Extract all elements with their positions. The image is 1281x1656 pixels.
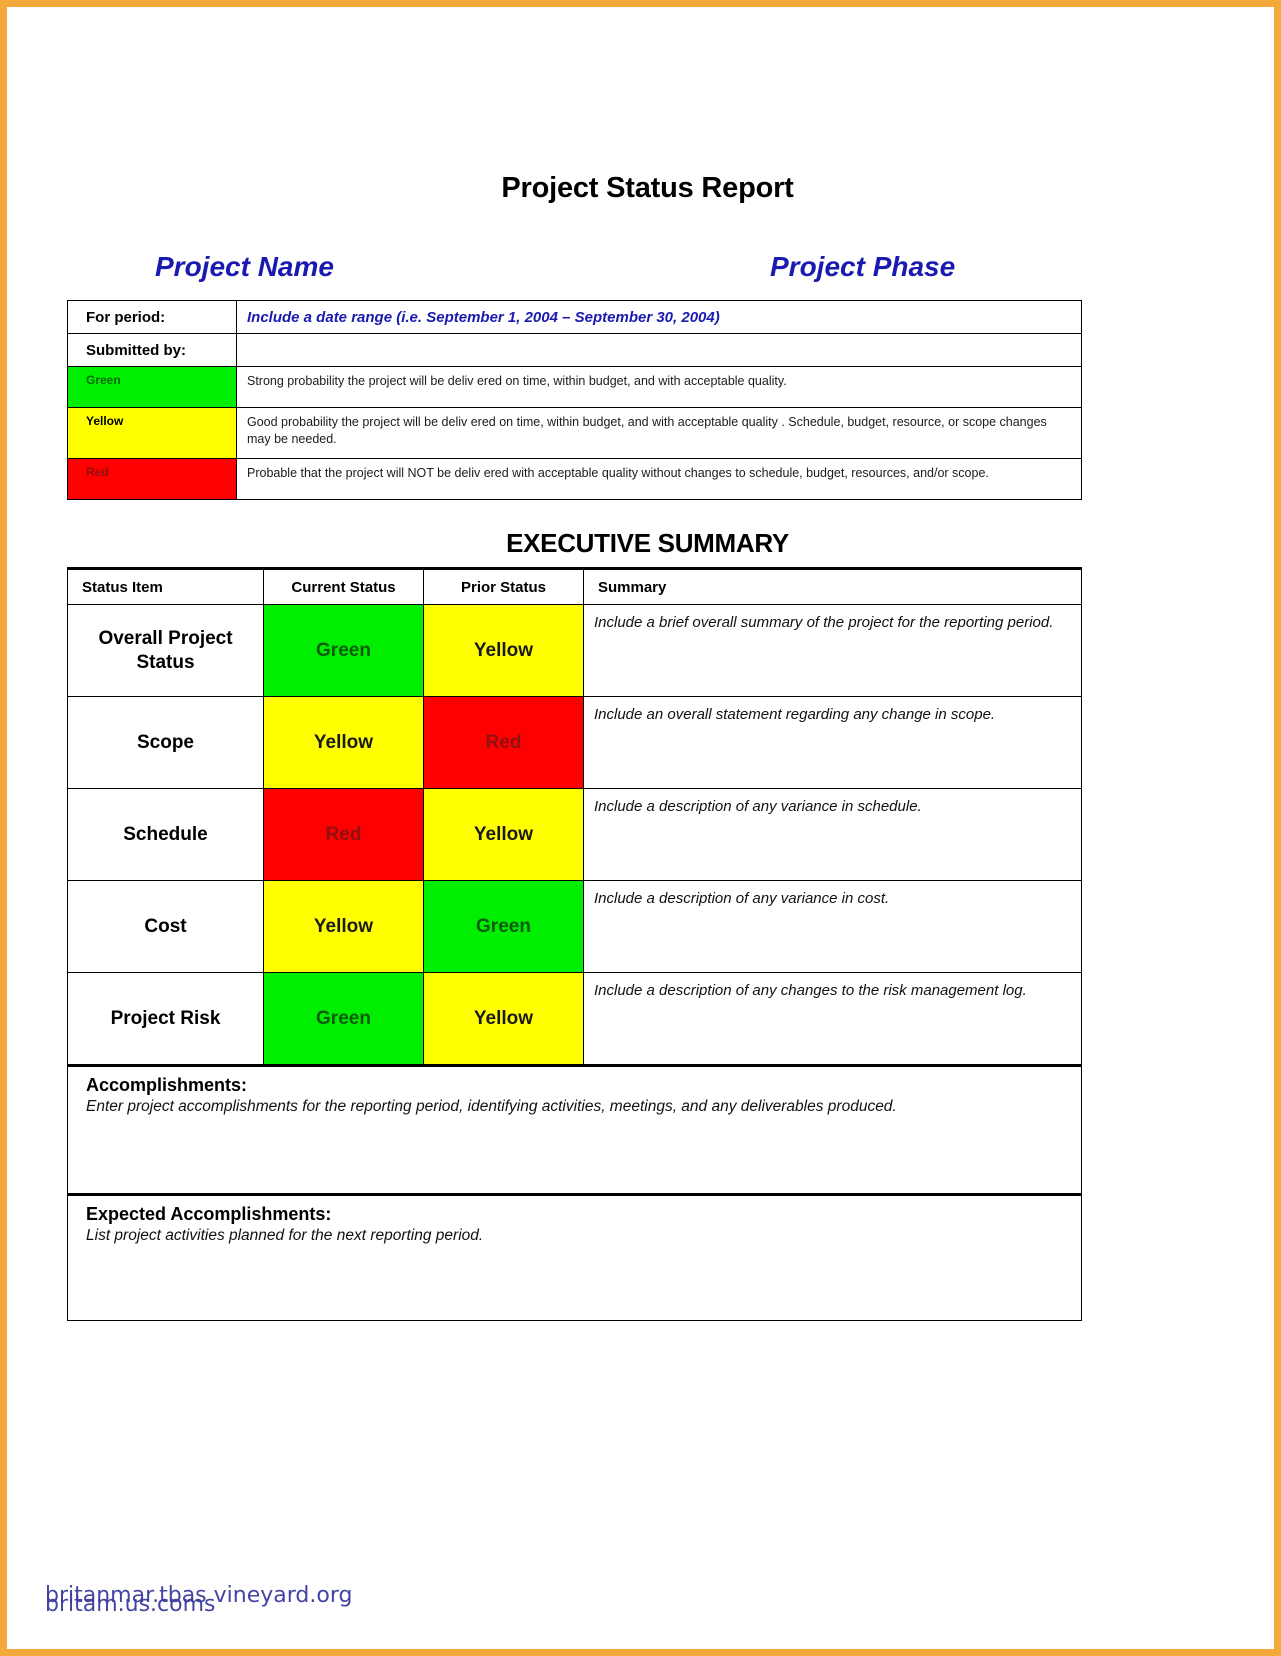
prior-status-badge[interactable]: Red xyxy=(423,696,584,789)
legend-description-red: Probable that the project will NOT be de… xyxy=(236,458,1082,500)
table-row: Schedule Red Yellow Include a descriptio… xyxy=(67,788,1082,881)
project-headline-row: Project Name Project Phase xyxy=(67,251,1087,291)
prior-status-badge[interactable]: Yellow xyxy=(423,972,584,1066)
page-title: Project Status Report xyxy=(501,172,794,204)
for-period-value[interactable]: Include a date range (i.e. September 1, … xyxy=(236,300,1082,334)
status-item-label: Project Risk xyxy=(67,972,264,1066)
table-row: Project Risk Green Yellow Include a desc… xyxy=(67,972,1082,1066)
legend-description-green: Strong probability the project will be d… xyxy=(236,366,1082,408)
column-header-prior-status: Prior Status xyxy=(423,567,584,605)
legend-row-yellow: Yellow Good probability the project will… xyxy=(67,407,1082,459)
legend-row-green: Green Strong probability the project wil… xyxy=(67,366,1082,408)
expected-accomplishments-title: Expected Accomplishments: xyxy=(86,1204,332,1224)
submitted-by-row: Submitted by: xyxy=(67,333,1082,367)
for-period-row: For period: Include a date range (i.e. S… xyxy=(67,300,1082,334)
watermark-secondary: britam.us.coms xyxy=(45,1592,216,1617)
current-status-badge[interactable]: Yellow xyxy=(263,880,424,973)
document-page: Project Status Report Project Name Proje… xyxy=(0,0,1281,1656)
current-status-badge[interactable]: Green xyxy=(263,604,424,697)
footer-watermark: britanmar.tbas vineyard.org britam.us.co… xyxy=(45,1583,565,1633)
project-info-table: For period: Include a date range (i.e. S… xyxy=(67,300,1082,500)
table-row: Overall Project Status Green Yellow Incl… xyxy=(67,604,1082,697)
status-item-label: Scope xyxy=(67,696,264,789)
for-period-label: For period: xyxy=(67,300,237,334)
legend-description-yellow: Good probability the project will be del… xyxy=(236,407,1082,459)
current-status-badge[interactable]: Green xyxy=(263,972,424,1066)
project-phase-heading: Project Phase xyxy=(770,251,956,282)
status-item-label: Schedule xyxy=(67,788,264,881)
prior-status-badge[interactable]: Yellow xyxy=(423,604,584,697)
expected-accomplishments-text: List project activities planned for the … xyxy=(86,1227,484,1244)
table-row: Cost Yellow Green Include a description … xyxy=(67,880,1082,973)
expected-accomplishments-cell[interactable]: Expected Accomplishments: List project a… xyxy=(67,1193,1082,1321)
table-header-row: Status Item Current Status Prior Status … xyxy=(67,567,1082,605)
legend-swatch-red: Red xyxy=(67,458,237,500)
status-summary-text[interactable]: Include a description of any changes to … xyxy=(583,972,1082,1066)
column-header-current-status: Current Status xyxy=(263,567,424,605)
status-summary-text[interactable]: Include a description of any variance in… xyxy=(583,880,1082,973)
legend-swatch-green: Green xyxy=(67,366,237,408)
status-summary-text[interactable]: Include a brief overall summary of the p… xyxy=(583,604,1082,697)
status-item-label: Overall Project Status xyxy=(67,604,264,697)
status-summary-text[interactable]: Include an overall statement regarding a… xyxy=(583,696,1082,789)
status-item-label: Cost xyxy=(67,880,264,973)
current-status-badge[interactable]: Red xyxy=(263,788,424,881)
legend-row-red: Red Probable that the project will NOT b… xyxy=(67,458,1082,500)
status-summary-text[interactable]: Include a description of any variance in… xyxy=(583,788,1082,881)
prior-status-badge[interactable]: Green xyxy=(423,880,584,973)
submitted-by-value[interactable] xyxy=(236,333,1082,367)
column-header-status-item: Status Item xyxy=(67,567,264,605)
submitted-by-label: Submitted by: xyxy=(67,333,237,367)
accomplishments-text: Enter project accomplishments for the re… xyxy=(86,1098,897,1115)
current-status-badge[interactable]: Yellow xyxy=(263,696,424,789)
column-header-summary: Summary xyxy=(583,567,1082,605)
project-name-heading: Project Name xyxy=(155,251,334,282)
accomplishments-section: Accomplishments: Enter project accomplis… xyxy=(67,1064,1082,1195)
accomplishments-title: Accomplishments: xyxy=(86,1075,248,1095)
prior-status-badge[interactable]: Yellow xyxy=(423,788,584,881)
legend-swatch-yellow: Yellow xyxy=(67,407,237,459)
accomplishments-cell[interactable]: Accomplishments: Enter project accomplis… xyxy=(67,1064,1082,1195)
expected-accomplishments-section: Expected Accomplishments: List project a… xyxy=(67,1193,1082,1321)
document-sheet: Project Status Report Project Name Proje… xyxy=(7,7,1274,1649)
executive-summary-heading: EXECUTIVE SUMMARY xyxy=(506,528,789,558)
executive-summary-table: Status Item Current Status Prior Status … xyxy=(67,567,1082,1321)
table-row: Scope Yellow Red Include an overall stat… xyxy=(67,696,1082,789)
